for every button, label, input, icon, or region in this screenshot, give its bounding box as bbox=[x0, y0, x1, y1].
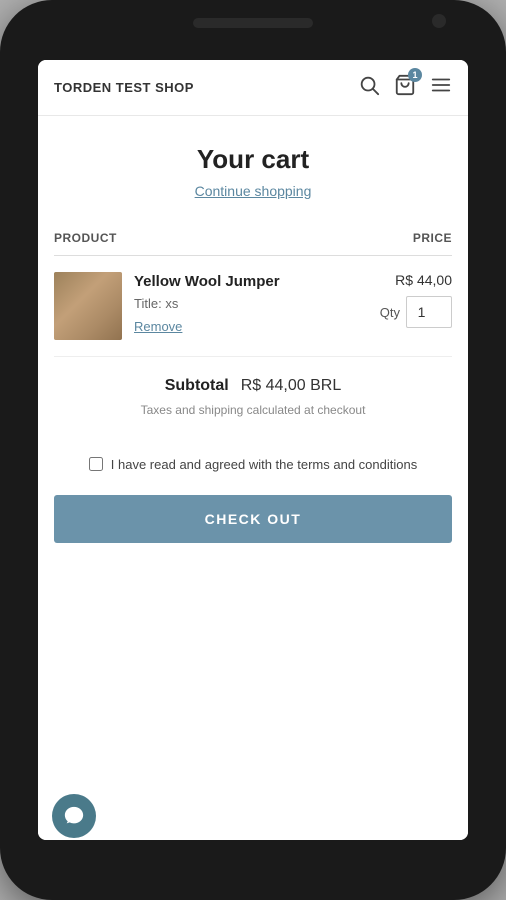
cart-title: Your cart bbox=[58, 144, 448, 175]
menu-icon[interactable] bbox=[430, 74, 452, 101]
subtotal-label: Subtotal bbox=[165, 377, 229, 395]
remove-link[interactable]: Remove bbox=[134, 319, 368, 334]
terms-row: I have read and agreed with the terms an… bbox=[38, 443, 468, 487]
subtotal-row: Subtotal R$ 44,00 BRL bbox=[54, 377, 452, 395]
col-product-label: PRODUCT bbox=[54, 231, 117, 245]
chat-icon bbox=[63, 805, 85, 827]
main-content: Your cart Continue shopping PRODUCT PRIC… bbox=[38, 116, 468, 840]
variant-label: Title: bbox=[134, 296, 162, 311]
product-name: Yellow Wool Jumper bbox=[134, 272, 368, 292]
product-right: R$ 44,00 Qty bbox=[380, 272, 452, 328]
product-price: R$ 44,00 bbox=[395, 272, 452, 288]
store-title: TORDEN TEST SHOP bbox=[54, 80, 194, 95]
terms-text: I have read and agreed with the terms an… bbox=[111, 455, 417, 475]
qty-label: Qty bbox=[380, 305, 400, 320]
qty-container: Qty bbox=[380, 296, 452, 328]
qty-input[interactable] bbox=[406, 296, 452, 328]
product-table: PRODUCT PRICE Yellow Wool Jumper Title: … bbox=[38, 221, 468, 357]
bottom-fab[interactable] bbox=[52, 794, 96, 838]
phone-frame: TORDEN TEST SHOP 1 bbox=[0, 0, 506, 900]
continue-shopping-link[interactable]: Continue shopping bbox=[195, 183, 312, 199]
subtotal-section: Subtotal R$ 44,00 BRL Taxes and shipping… bbox=[38, 357, 468, 443]
col-price-label: PRICE bbox=[413, 231, 452, 245]
variant-value: xs bbox=[165, 296, 178, 311]
header: TORDEN TEST SHOP 1 bbox=[38, 60, 468, 116]
product-image bbox=[54, 272, 122, 340]
tax-note: Taxes and shipping calculated at checkou… bbox=[54, 403, 452, 417]
product-image-overlay bbox=[54, 272, 122, 340]
subtotal-value: R$ 44,00 BRL bbox=[241, 377, 342, 395]
checkout-button[interactable]: CHECK OUT bbox=[54, 495, 452, 543]
product-details: Yellow Wool Jumper Title: xs Remove bbox=[134, 272, 368, 334]
header-icons: 1 bbox=[358, 74, 452, 101]
terms-checkbox[interactable] bbox=[89, 457, 103, 471]
cart-badge: 1 bbox=[408, 68, 422, 82]
checkout-section: CHECK OUT bbox=[38, 487, 468, 563]
product-variant: Title: xs bbox=[134, 296, 368, 311]
table-row: Yellow Wool Jumper Title: xs Remove R$ 4… bbox=[54, 256, 452, 357]
cart-title-section: Your cart Continue shopping bbox=[38, 116, 468, 221]
table-header: PRODUCT PRICE bbox=[54, 221, 452, 256]
cart-icon[interactable]: 1 bbox=[394, 74, 416, 101]
search-icon[interactable] bbox=[358, 74, 380, 101]
phone-screen: TORDEN TEST SHOP 1 bbox=[38, 60, 468, 840]
